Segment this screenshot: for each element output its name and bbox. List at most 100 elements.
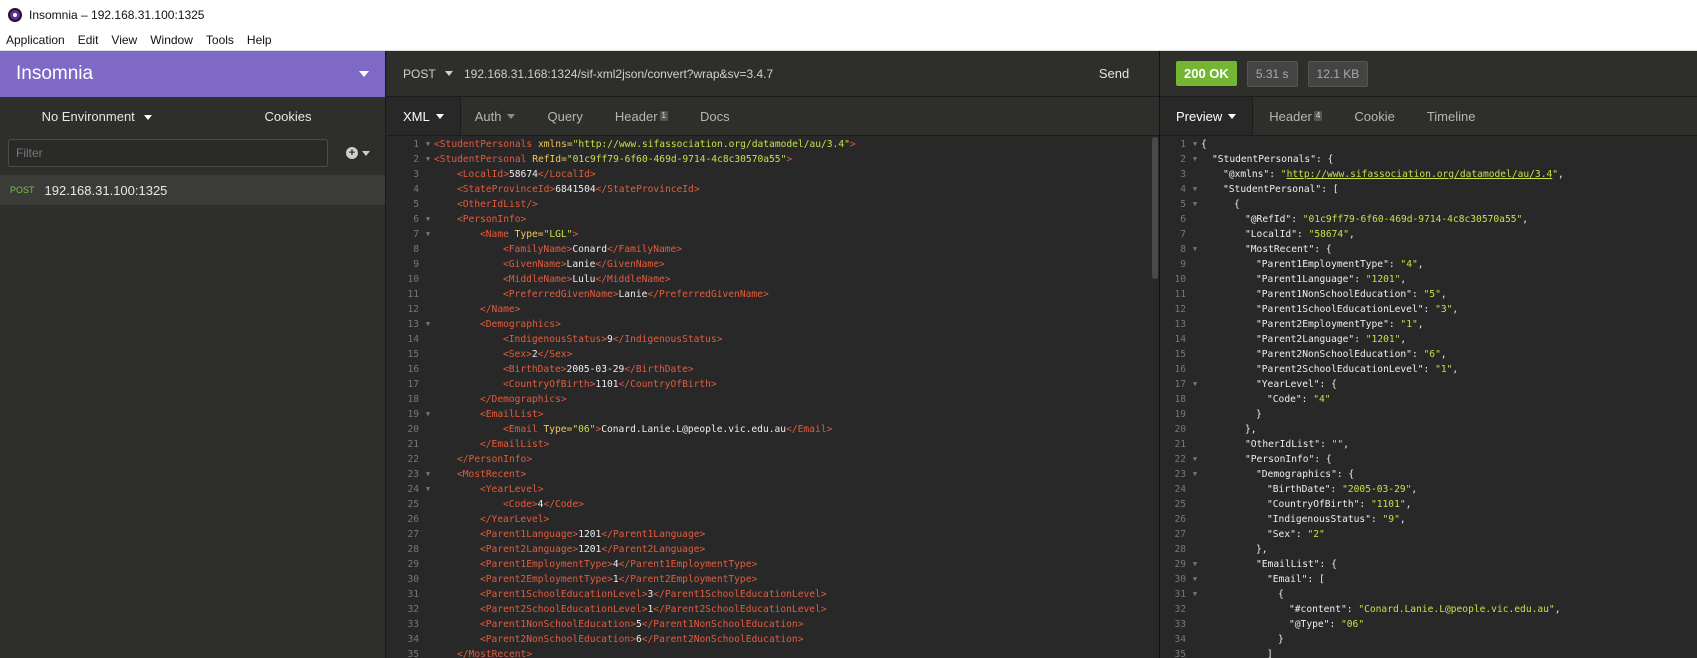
code-text: <Parent1NonSchoolEducation>5</Parent1Non… bbox=[480, 619, 804, 630]
fold-toggle-icon[interactable]: ▼ bbox=[1189, 242, 1201, 257]
xml-code-line: 5 <OtherIdList/> bbox=[387, 197, 1159, 212]
fold-toggle-icon[interactable]: ▼ bbox=[422, 407, 434, 422]
fold-gutter bbox=[1189, 482, 1201, 497]
filter-row: + bbox=[0, 135, 385, 171]
line-number: 9 bbox=[413, 259, 419, 270]
xml-body-editor[interactable]: 1 ▼ <StudentPersonals xmlns="http://www.si… bbox=[387, 137, 1159, 658]
line-number: 13 bbox=[1174, 319, 1186, 330]
menu-help[interactable]: Help bbox=[241, 33, 279, 47]
code-text: "@xmlns": "http://www.sifassociation.org… bbox=[1223, 169, 1564, 180]
xml-code-line: 11 <PreferredGivenName>Lanie</PreferredGi… bbox=[387, 287, 1159, 302]
line-number: 17 bbox=[407, 379, 419, 390]
code-text: "OtherIdList": "", bbox=[1245, 439, 1349, 450]
fold-toggle-icon[interactable]: ▼ bbox=[422, 467, 434, 482]
tab-auth[interactable]: Auth bbox=[461, 97, 532, 135]
line-number: 2 bbox=[413, 154, 419, 165]
tab-query-label: Query bbox=[547, 108, 583, 124]
fold-gutter bbox=[1189, 632, 1201, 647]
xml-code-line: 7 ▼ <Name Type="LGL"> bbox=[387, 227, 1159, 242]
line-number: 9 bbox=[1180, 259, 1186, 270]
url-input[interactable]: 192.168.31.168:1324/sif-xml2json/convert… bbox=[464, 67, 1087, 81]
fold-gutter bbox=[1189, 527, 1201, 542]
tab-cookie[interactable]: Cookie bbox=[1338, 97, 1410, 135]
line-number: 1 bbox=[413, 139, 419, 150]
environment-selector[interactable]: No Environment bbox=[0, 109, 192, 124]
json-code-line: 26 "IndigenousStatus": "9", bbox=[1160, 512, 1697, 527]
request-list-item[interactable]: POST 192.168.31.100:1325 bbox=[0, 175, 385, 205]
tab-timeline-label: Timeline bbox=[1426, 108, 1476, 124]
chevron-down-icon bbox=[144, 114, 153, 120]
tab-preview[interactable]: Preview bbox=[1160, 97, 1254, 135]
code-text: <PreferredGivenName>Lanie</PreferredGive… bbox=[503, 289, 769, 300]
line-number: 6 bbox=[413, 214, 419, 225]
line-number: 5 bbox=[413, 199, 419, 210]
tab-xml[interactable]: XML bbox=[387, 97, 461, 135]
cookies-button[interactable]: Cookies bbox=[192, 109, 384, 124]
menu-edit[interactable]: Edit bbox=[72, 33, 106, 47]
fold-toggle-icon[interactable]: ▼ bbox=[422, 212, 434, 227]
fold-toggle-icon[interactable]: ▼ bbox=[1189, 152, 1201, 167]
fold-toggle-icon[interactable]: ▼ bbox=[422, 137, 434, 152]
menu-view[interactable]: View bbox=[105, 33, 144, 47]
title-bar: Insomnia – 192.168.31.100:1325 bbox=[0, 0, 1697, 30]
fold-gutter bbox=[422, 497, 434, 512]
fold-toggle-icon[interactable]: ▼ bbox=[1189, 182, 1201, 197]
code-text: <Code>4</Code> bbox=[503, 499, 584, 510]
response-preview[interactable]: 1 ▼{2 ▼ "StudentPersonals": {3 "@xmlns": "ht… bbox=[1160, 137, 1697, 658]
filter-input[interactable] bbox=[8, 139, 328, 167]
xml-code-line: 2 ▼ <StudentPersonal RefId="01c9ff79-6f60-… bbox=[387, 152, 1159, 167]
xml-code-line: 30 <Parent2EmploymentType>1</Parent2Emplo… bbox=[387, 572, 1159, 587]
fold-gutter bbox=[1189, 227, 1201, 242]
line-number: 34 bbox=[1174, 634, 1186, 645]
fold-toggle-icon[interactable]: ▼ bbox=[1189, 197, 1201, 212]
fold-gutter bbox=[1189, 317, 1201, 332]
tab-header-label: Header bbox=[614, 108, 658, 124]
line-number: 31 bbox=[407, 589, 419, 600]
tab-response-header[interactable]: Header 4 bbox=[1253, 97, 1338, 135]
code-text: </MostRecent> bbox=[457, 649, 533, 658]
line-number: 29 bbox=[1174, 559, 1186, 570]
line-number: 12 bbox=[407, 304, 419, 315]
tab-timeline[interactable]: Timeline bbox=[1411, 97, 1492, 135]
editor-scrollbar[interactable] bbox=[1152, 137, 1158, 279]
line-number: 22 bbox=[1174, 454, 1186, 465]
fold-toggle-icon[interactable]: ▼ bbox=[422, 317, 434, 332]
fold-toggle-icon[interactable]: ▼ bbox=[1189, 137, 1201, 152]
fold-gutter bbox=[422, 362, 434, 377]
menu-tools[interactable]: Tools bbox=[200, 33, 241, 47]
fold-toggle-icon[interactable]: ▼ bbox=[1189, 467, 1201, 482]
tab-docs[interactable]: Docs bbox=[684, 97, 746, 135]
json-code-line: 13 "Parent2EmploymentType": "1", bbox=[1160, 317, 1697, 332]
response-status-bar: 200 OK 5.31 s 12.1 KB bbox=[1160, 51, 1697, 97]
fold-toggle-icon[interactable]: ▼ bbox=[1189, 572, 1201, 587]
fold-toggle-icon[interactable]: ▼ bbox=[1189, 557, 1201, 572]
fold-gutter bbox=[1189, 617, 1201, 632]
fold-gutter bbox=[422, 332, 434, 347]
code-text: "Code": "4" bbox=[1267, 394, 1331, 405]
fold-toggle-icon[interactable]: ▼ bbox=[1189, 587, 1201, 602]
send-button[interactable]: Send bbox=[1087, 66, 1141, 81]
tab-header[interactable]: Header 1 bbox=[599, 97, 684, 135]
fold-toggle-icon[interactable]: ▼ bbox=[422, 227, 434, 242]
line-number: 35 bbox=[1174, 649, 1186, 658]
fold-toggle-icon[interactable]: ▼ bbox=[1189, 452, 1201, 467]
fold-gutter bbox=[422, 287, 434, 302]
add-request-button[interactable]: + bbox=[346, 147, 370, 159]
code-text: <BirthDate>2005-03-29</BirthDate> bbox=[503, 364, 694, 375]
fold-toggle-icon[interactable]: ▼ bbox=[422, 152, 434, 167]
code-text: <EmailList> bbox=[480, 409, 544, 420]
json-code-line: 12 "Parent1SchoolEducationLevel": "3", bbox=[1160, 302, 1697, 317]
fold-toggle-icon[interactable]: ▼ bbox=[422, 482, 434, 497]
fold-toggle-icon[interactable]: ▼ bbox=[1189, 377, 1201, 392]
workspace-dropdown[interactable]: Insomnia bbox=[0, 51, 385, 97]
menu-window[interactable]: Window bbox=[144, 33, 200, 47]
line-number: 24 bbox=[407, 484, 419, 495]
line-number: 11 bbox=[1174, 289, 1186, 300]
tab-query[interactable]: Query bbox=[531, 97, 598, 135]
xml-code-line: 29 <Parent1EmploymentType>4</Parent1Emplo… bbox=[387, 557, 1159, 572]
line-number: 33 bbox=[1174, 619, 1186, 630]
method-dropdown[interactable]: POST bbox=[387, 67, 464, 81]
code-text: <Parent1EmploymentType>4</Parent1Employm… bbox=[480, 559, 758, 570]
menu-application[interactable]: Application bbox=[0, 33, 72, 47]
url-bar: POST 192.168.31.168:1324/sif-xml2json/co… bbox=[387, 51, 1159, 97]
